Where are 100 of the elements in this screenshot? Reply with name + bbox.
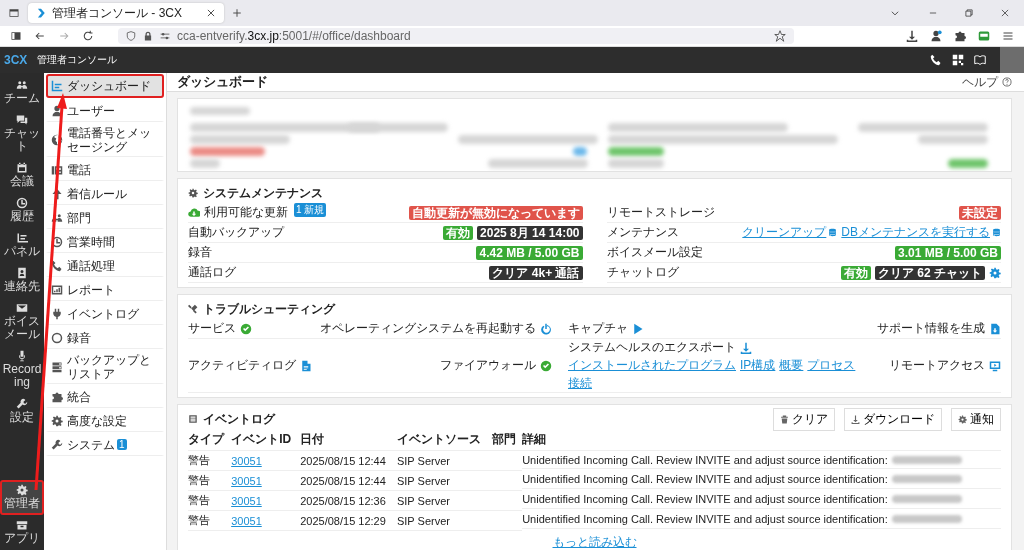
new-tab-icon[interactable] [232, 8, 242, 18]
export-link[interactable]: プロセス [807, 357, 856, 374]
sidebar-item[interactable]: システム 1 [46, 432, 164, 456]
table-cell: 警告 [188, 470, 232, 491]
sidebar-item[interactable]: 部門 [46, 205, 164, 229]
book-icon[interactable] [974, 54, 986, 66]
export-link[interactable]: インストールされたプログラム [568, 357, 736, 374]
card-title: トラブルシューティング [203, 300, 335, 318]
help-link[interactable]: ヘルプ [962, 73, 1012, 91]
sidebar-item[interactable]: 録音 [46, 325, 164, 349]
server-icon [51, 361, 63, 373]
rail-item[interactable]: 履歴 [0, 193, 44, 228]
sidebar-item[interactable]: 通話処理 [46, 253, 164, 277]
sidebar-item[interactable]: 着信ルール [46, 181, 164, 205]
row-label: キャプチャ [568, 320, 628, 337]
event-id-link[interactable]: 30051 [231, 454, 262, 467]
event-id-link[interactable]: 30051 [231, 494, 262, 507]
load-more-link[interactable]: もっと読み込む [552, 534, 637, 550]
row-label: 通話ログ [188, 264, 236, 281]
rail-item[interactable]: 管理者 [0, 480, 44, 515]
envelope-icon [16, 302, 28, 314]
event-id-link[interactable]: 30051 [231, 474, 262, 487]
extension-icon[interactable] [978, 30, 990, 42]
rail-item[interactable]: チーム [0, 75, 44, 110]
back-icon[interactable] [34, 30, 46, 42]
sidebar-item[interactable]: 電話番号とメッセージング [46, 122, 164, 157]
export-link[interactable]: 概要 [779, 357, 804, 374]
chevron-logo-icon [36, 8, 46, 18]
rail-item[interactable]: ボイスメール [0, 298, 44, 346]
monitor-icon[interactable] [989, 359, 1001, 372]
export-link[interactable]: 接続 [568, 375, 592, 392]
action-link[interactable]: クリーンアップ [742, 224, 838, 241]
sidebar-item[interactable]: バックアップとリストア [46, 349, 164, 384]
rail-item[interactable]: パネル [0, 228, 44, 263]
sidebar-item[interactable]: レポート [46, 277, 164, 301]
phone-icon[interactable] [930, 54, 942, 66]
clock-icon [51, 235, 63, 248]
rail-item[interactable]: アプリ [0, 515, 44, 550]
document-icon[interactable] [300, 359, 312, 372]
sidebar-item[interactable]: 営業時間 [46, 229, 164, 253]
page-title: ダッシュボード [177, 73, 268, 91]
settings-icon[interactable] [989, 266, 1001, 279]
toolbar-button[interactable]: ダウンロード [844, 407, 942, 431]
card-title: システムメンテナンス [203, 184, 323, 202]
status-badge: 未設定 [959, 205, 1001, 220]
row-label: リモートアクセス [889, 357, 985, 374]
rail-item[interactable]: チャット [0, 110, 44, 158]
sidebar-item[interactable]: 高度な設定 [46, 408, 164, 432]
account-icon[interactable] [930, 30, 942, 42]
lock-icon[interactable] [143, 31, 153, 41]
status-badge: 有効 [841, 265, 871, 280]
power-icon[interactable] [540, 322, 552, 335]
toolbar-button[interactable]: 通知 [951, 407, 1001, 431]
count-badge: 1 [117, 438, 127, 450]
rail-item[interactable]: 設定 [0, 394, 44, 429]
export-link[interactable]: IP構成 [740, 357, 776, 374]
sidebar-item[interactable]: イベントログ [46, 301, 164, 325]
column-header: イベントID [231, 429, 301, 451]
close-icon[interactable] [206, 8, 216, 18]
browser-tab[interactable]: 管理者コンソール - 3CX [28, 3, 224, 23]
download-icon[interactable] [906, 30, 918, 42]
sidebar-toggle-icon[interactable] [10, 30, 22, 42]
rail-item[interactable]: 会議 [0, 158, 44, 193]
sidebar-item[interactable]: 電話 [46, 157, 164, 181]
box-icon [16, 519, 28, 531]
tab-list-icon[interactable] [8, 7, 20, 19]
action-link[interactable]: DBメンテナンスを実行する [841, 224, 1001, 241]
new-badge: 1 新規 [294, 203, 327, 217]
play-icon[interactable] [632, 322, 644, 335]
database-icon [992, 228, 1001, 237]
menu-icon[interactable] [1002, 30, 1014, 42]
restore-icon[interactable] [964, 8, 974, 18]
sliders-icon[interactable] [160, 31, 170, 41]
rail-item[interactable]: 連絡先 [0, 263, 44, 298]
shield-icon[interactable] [126, 31, 136, 41]
star-icon[interactable] [774, 30, 786, 42]
sidebar-item[interactable]: ダッシュボード [46, 74, 164, 98]
clock-icon [16, 197, 28, 209]
reload-icon[interactable] [82, 30, 94, 42]
rail-item[interactable]: Recording [0, 346, 44, 394]
table-cell: 2025/08/15 12:44 [300, 450, 397, 471]
toolbar-button[interactable]: クリア [773, 407, 835, 431]
chevron-down-icon[interactable] [890, 8, 900, 18]
status-badge: 有効 [443, 225, 474, 240]
plug-icon [51, 307, 63, 320]
table-cell: Unidentified Incoming Call. Review INVITE and adjust source identification: [522, 453, 888, 466]
qr-code-icon[interactable] [952, 54, 964, 66]
gear-icon [16, 484, 28, 496]
row-label: サービス [188, 320, 236, 337]
event-id-link[interactable]: 30051 [231, 514, 262, 527]
table-cell: 2025/08/15 12:29 [300, 510, 397, 531]
document-download-icon[interactable] [989, 322, 1001, 335]
close-icon[interactable] [1000, 8, 1010, 18]
card-title: イベントログ [203, 410, 275, 428]
wrench-icon [16, 398, 28, 410]
table-cell: 警告 [188, 490, 232, 511]
address-bar[interactable]: cca-entverify.3cx.jp:5001/#/office/dashboard [118, 28, 794, 44]
status-badge: 3.01 MB / 5.00 GB [894, 245, 1001, 260]
table-cell: SIP Server [396, 510, 492, 531]
sidebar-item[interactable]: 統合 [46, 384, 164, 408]
